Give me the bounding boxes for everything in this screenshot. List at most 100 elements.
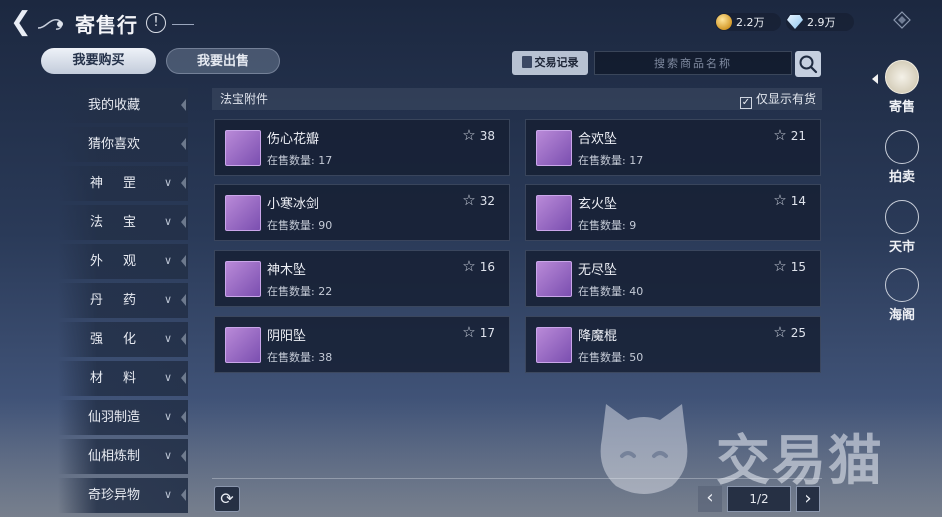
item-card[interactable]: 合欢坠 在售数量: 17 ☆ 21 — [525, 119, 821, 176]
item-card[interactable]: 伤心花瓣 在售数量: 17 ☆ 38 — [214, 119, 510, 176]
flower-petal-icon — [225, 130, 261, 166]
sidebar-item-label: 仙羽制造 — [88, 410, 141, 425]
next-page-button[interactable]: › — [796, 486, 820, 512]
item-card[interactable]: 小寒冰剑 在售数量: 90 ☆ 32 — [214, 184, 510, 241]
cat-logo-icon — [600, 404, 688, 494]
sidebar-item-label: 奇珍异物 — [88, 488, 141, 503]
sidebar-item-rare-treasures[interactable]: 奇珍异物 ∨ — [58, 478, 188, 513]
category-title: 法宝附件 — [220, 92, 269, 106]
sidebar-item-wing-craft[interactable]: 仙羽制造 ∨ — [58, 400, 188, 435]
ice-sword-icon — [225, 195, 261, 231]
jade-currency[interactable]: 2.9万 — [786, 13, 854, 31]
search-button[interactable] — [795, 51, 821, 77]
sidebar-item-appearance[interactable]: 外观 ∨ — [58, 244, 188, 279]
checkbox-checked-icon[interactable]: ✓ — [739, 97, 752, 109]
in-stock-only-toggle[interactable]: ✓ 仅显示有货 — [739, 88, 816, 110]
favorite-count[interactable]: ☆ 17 — [462, 323, 495, 341]
gold-amount: 2.2万 — [736, 16, 765, 29]
refresh-button[interactable]: ⟳ — [214, 486, 240, 512]
favorite-count[interactable]: ☆ 15 — [773, 257, 806, 275]
sidebar-item-aspect-refine[interactable]: 仙相炼制 ∨ — [58, 439, 188, 474]
favorite-count[interactable]: ☆ 16 — [462, 257, 495, 275]
tab-sell[interactable]: 我要出售 — [166, 48, 280, 74]
sidebar-item-label: 神罡 — [90, 176, 157, 191]
nav-sky-market[interactable]: 天市 — [872, 200, 932, 255]
gold-currency[interactable]: 2.2万 — [715, 13, 781, 31]
caret-left-icon — [181, 177, 186, 189]
chevron-down-icon: ∨ — [164, 293, 193, 306]
info-icon[interactable]: ! — [146, 13, 166, 33]
diamond-icon — [787, 15, 803, 29]
caret-left-icon — [181, 255, 186, 267]
sidebar-item-enhance[interactable]: 强化 ∨ — [58, 322, 188, 357]
sidebar-item-materials[interactable]: 材料 ∨ — [58, 361, 188, 396]
item-card[interactable]: 阴阳坠 在售数量: 38 ☆ 17 — [214, 316, 510, 373]
chevron-down-icon: ∨ — [164, 215, 193, 228]
title-divider — [172, 24, 194, 25]
sky-market-icon — [885, 200, 919, 234]
diamond-ornament-icon — [893, 11, 911, 29]
item-card[interactable]: 无尽坠 在售数量: 40 ☆ 15 — [525, 250, 821, 307]
star-icon: ☆ — [462, 323, 476, 341]
sidebar-item-shengang[interactable]: 神罡 ∨ — [58, 166, 188, 201]
sidebar-item-label: 强化 — [90, 332, 157, 347]
item-name: 无尽坠 — [578, 263, 618, 278]
active-pointer-icon — [872, 74, 878, 84]
back-button[interactable]: ❮ — [10, 9, 34, 36]
pendant-icon — [536, 130, 572, 166]
tab-buy[interactable]: 我要购买 — [41, 48, 156, 74]
sidebar-item-favorites[interactable]: 我的收藏 — [58, 88, 188, 123]
star-icon: ☆ — [462, 257, 476, 275]
favorite-count[interactable]: ☆ 14 — [773, 191, 806, 209]
star-icon: ☆ — [773, 191, 787, 209]
star-icon: ☆ — [773, 323, 787, 341]
item-name: 阴阳坠 — [267, 329, 307, 344]
caret-left-icon — [181, 411, 186, 423]
search-input[interactable] — [594, 51, 792, 75]
document-icon — [521, 56, 532, 68]
category-sidebar: 我的收藏 猜你喜欢 神罡 ∨ 法宝 ∨ 外观 ∨ 丹药 ∨ 强化 ∨ 材料 ∨ … — [58, 88, 188, 517]
chevron-down-icon: ∨ — [164, 254, 193, 267]
chevron-down-icon: ∨ — [164, 449, 173, 462]
pendant-icon — [225, 327, 261, 363]
pendant-icon — [536, 261, 572, 297]
nav-consignment[interactable]: 寄售 — [872, 60, 932, 115]
watermark: 交易猫 — [592, 398, 922, 498]
item-name: 合欢坠 — [578, 132, 618, 147]
nav-label: 天市 — [888, 240, 915, 255]
sidebar-item-elixir[interactable]: 丹药 ∨ — [58, 283, 188, 318]
search-icon — [799, 55, 818, 74]
category-header: 法宝附件 ✓ 仅显示有货 — [212, 88, 822, 110]
chevron-down-icon: ∨ — [164, 176, 193, 189]
favorite-count[interactable]: ☆ 38 — [462, 126, 495, 144]
star-icon: ☆ — [462, 126, 476, 144]
watermark-text: 交易猫 — [716, 429, 884, 492]
sea-pavilion-icon — [885, 268, 919, 302]
star-icon: ☆ — [773, 126, 787, 144]
nav-auction[interactable]: 拍卖 — [872, 130, 932, 185]
nav-sea-pavilion[interactable]: 海阁 — [872, 268, 932, 323]
trade-records-button[interactable]: 交易记录 — [512, 51, 588, 75]
item-card[interactable]: 玄火坠 在售数量: 9 ☆ 14 — [525, 184, 821, 241]
favorite-count[interactable]: ☆ 25 — [773, 323, 806, 341]
item-name: 神木坠 — [267, 263, 307, 278]
favorite-count[interactable]: ☆ 32 — [462, 191, 495, 209]
item-quantity: 在售数量: 38 — [267, 351, 333, 364]
sidebar-item-recommended[interactable]: 猜你喜欢 — [58, 127, 188, 162]
caret-left-icon — [181, 450, 186, 462]
nav-label: 寄售 — [888, 100, 915, 115]
item-card[interactable]: 神木坠 在售数量: 22 ☆ 16 — [214, 250, 510, 307]
caret-left-icon — [181, 489, 186, 501]
page-indicator: 1/2 — [727, 486, 791, 512]
item-card[interactable]: 降魔棍 在售数量: 50 ☆ 25 — [525, 316, 821, 373]
sidebar-item-label: 丹药 — [90, 293, 157, 308]
prev-page-button[interactable]: ‹ — [698, 486, 722, 512]
sidebar-item-label: 法宝 — [90, 215, 157, 230]
favorite-count[interactable]: ☆ 21 — [773, 126, 806, 144]
sidebar-item-fabao[interactable]: 法宝 ∨ — [58, 205, 188, 240]
caret-left-icon — [181, 372, 186, 384]
sidebar-item-label: 外观 — [90, 254, 157, 269]
caret-left-icon — [181, 99, 186, 111]
caret-left-icon — [181, 138, 186, 150]
item-name: 伤心花瓣 — [267, 132, 320, 147]
